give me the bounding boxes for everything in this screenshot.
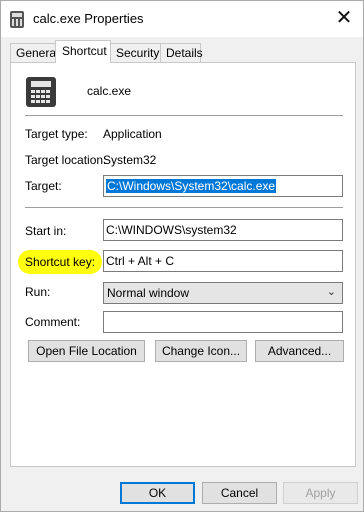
target-type-label: Target type: <box>25 127 88 141</box>
cancel-button[interactable]: Cancel <box>202 482 277 504</box>
calculator-icon <box>10 11 24 28</box>
app-name: calc.exe <box>87 84 132 98</box>
target-location-label: Target location: <box>25 153 107 167</box>
change-icon-button[interactable]: Change Icon... <box>155 340 247 362</box>
target-label: Target: <box>25 179 62 193</box>
comment-label: Comment: <box>25 315 81 329</box>
tab-strip: General Shortcut Security Details <box>10 40 203 63</box>
properties-dialog: calc.exe Properties ✕ General Shortcut S… <box>0 0 364 512</box>
target-location-value: System32 <box>103 153 157 167</box>
open-file-location-button[interactable]: Open File Location <box>28 340 145 362</box>
start-in-label: Start in: <box>25 224 67 238</box>
window-title: calc.exe Properties <box>33 11 144 26</box>
run-select[interactable]: Normal window ⌄ <box>103 282 343 304</box>
run-select-value: Normal window <box>107 286 190 300</box>
divider <box>25 115 343 116</box>
target-input[interactable]: C:\Windows\System32\calc.exe <box>103 175 343 197</box>
comment-input[interactable] <box>103 311 343 333</box>
apply-button[interactable]: Apply <box>283 482 358 504</box>
chevron-down-icon: ⌄ <box>326 286 336 298</box>
tab-general[interactable]: General <box>10 43 59 63</box>
tab-shortcut[interactable]: Shortcut <box>55 40 111 63</box>
target-value: C:\Windows\System32\calc.exe <box>106 179 277 193</box>
advanced-button[interactable]: Advanced... <box>255 340 344 362</box>
shortcut-key-label: Shortcut key: <box>25 255 96 269</box>
ok-button[interactable]: OK <box>120 482 195 504</box>
tab-security[interactable]: Security <box>110 43 161 63</box>
close-button[interactable]: ✕ <box>331 7 357 31</box>
run-label: Run: <box>25 285 51 299</box>
target-type-value: Application <box>103 127 162 141</box>
shortcut-panel: calc.exe Target type: Application Target… <box>10 62 356 467</box>
start-in-input[interactable]: C:\WINDOWS\system32 <box>103 219 343 241</box>
divider <box>25 207 343 208</box>
title-bar: calc.exe Properties ✕ <box>1 1 363 37</box>
shortcut-key-input[interactable]: Ctrl + Alt + C <box>103 250 343 272</box>
calculator-icon <box>26 77 56 107</box>
tab-details[interactable]: Details <box>160 43 203 63</box>
